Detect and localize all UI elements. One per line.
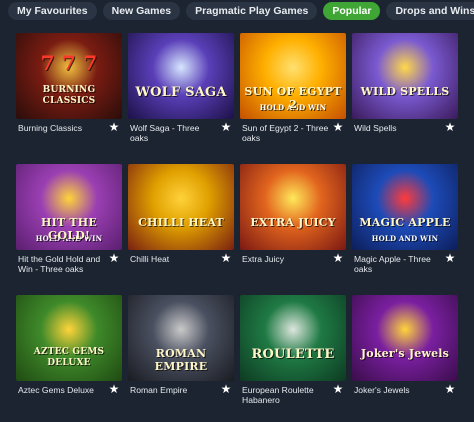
- game-logo-text: ROULETTE: [251, 347, 335, 362]
- game-card[interactable]: ROULETTE European Roulette Habanero ★: [240, 295, 346, 422]
- favourite-star-icon[interactable]: ★: [108, 121, 120, 133]
- favourite-star-icon[interactable]: ★: [332, 252, 344, 264]
- game-title[interactable]: Hit the Gold Hold and Win - Three oaks: [18, 254, 106, 274]
- game-logo-text: AZTEC GEMS DELUXE: [33, 347, 105, 368]
- game-card[interactable]: EXTRA JUICY Extra Juicy ★: [240, 164, 346, 295]
- game-card[interactable]: HOLD AND WIN SUN OF EGYPT 2 Sun of Egypt…: [240, 33, 346, 164]
- game-card[interactable]: 7 7 7 BURNING CLASSICS Burning Classics …: [16, 33, 122, 164]
- favourite-star-icon[interactable]: ★: [220, 383, 232, 395]
- game-thumbnail[interactable]: HOLD AND WIN SUN OF EGYPT 2: [240, 33, 346, 119]
- favourite-star-icon[interactable]: ★: [332, 383, 344, 395]
- game-card[interactable]: WOLF SAGA Wolf Saga - Three oaks ★: [128, 33, 234, 164]
- tab-drops-and-wins[interactable]: Drops and Wins: [386, 2, 474, 20]
- game-logo-text: BURNING CLASSICS: [42, 85, 96, 106]
- game-card[interactable]: CHILLI HEAT Chilli Heat ★: [128, 164, 234, 295]
- game-title[interactable]: Roman Empire: [130, 385, 218, 395]
- favourite-star-icon[interactable]: ★: [332, 121, 344, 133]
- game-thumbnail[interactable]: WOLF SAGA: [128, 33, 234, 119]
- favourite-star-icon[interactable]: ★: [444, 383, 456, 395]
- game-thumbnail[interactable]: ROMAN EMPIRE: [128, 295, 234, 381]
- game-logo-text: WILD SPELLS: [360, 85, 450, 98]
- favourite-star-icon[interactable]: ★: [108, 383, 120, 395]
- game-title[interactable]: Wild Spells: [354, 123, 442, 133]
- game-card[interactable]: Joker's Jewels Joker's Jewels ★: [352, 295, 458, 422]
- game-logo-text: EXTRA JUICY: [250, 216, 336, 229]
- game-card[interactable]: WILD SPELLS Wild Spells ★: [352, 33, 458, 164]
- favourite-star-icon[interactable]: ★: [220, 252, 232, 264]
- game-title[interactable]: Aztec Gems Deluxe: [18, 385, 106, 395]
- game-card[interactable]: AZTEC GEMS DELUXE Aztec Gems Deluxe ★: [16, 295, 122, 422]
- game-logo-text: MAGIC APPLE: [359, 216, 451, 229]
- game-card[interactable]: HOLD AND WIN HIT THE GOLD! Hit the Gold …: [16, 164, 122, 295]
- game-logo-text: WOLF SAGA: [135, 85, 227, 100]
- game-title[interactable]: European Roulette Habanero: [242, 385, 330, 405]
- game-thumbnail[interactable]: ROULETTE: [240, 295, 346, 381]
- game-thumbnail[interactable]: AZTEC GEMS DELUXE: [16, 295, 122, 381]
- favourite-star-icon[interactable]: ★: [220, 121, 232, 133]
- game-thumbnail[interactable]: WILD SPELLS: [352, 33, 458, 119]
- game-title[interactable]: Wolf Saga - Three oaks: [130, 123, 218, 143]
- game-thumbnail[interactable]: 7 7 7 BURNING CLASSICS: [16, 33, 122, 119]
- game-title[interactable]: Joker's Jewels: [354, 385, 442, 395]
- game-grid: 7 7 7 BURNING CLASSICS Burning Classics …: [16, 33, 458, 422]
- game-thumbnail[interactable]: HOLD AND WIN HIT THE GOLD!: [16, 164, 122, 250]
- game-title[interactable]: Burning Classics: [18, 123, 106, 133]
- tab-my-favourites[interactable]: My Favourites: [8, 2, 97, 20]
- game-logo-text: ROMAN EMPIRE: [154, 347, 208, 373]
- tab-new-games[interactable]: New Games: [102, 2, 181, 20]
- tab-pragmatic-play-games[interactable]: Pragmatic Play Games: [186, 2, 318, 20]
- game-title[interactable]: Extra Juicy: [242, 254, 330, 264]
- game-title[interactable]: Sun of Egypt 2 - Three oaks: [242, 123, 330, 143]
- game-card[interactable]: HOLD AND WIN MAGIC APPLE Magic Apple - T…: [352, 164, 458, 295]
- game-logo-text: CHILLI HEAT: [138, 216, 224, 229]
- game-thumbnail[interactable]: HOLD AND WIN MAGIC APPLE: [352, 164, 458, 250]
- game-logo-glyph: 7 7 7: [40, 51, 98, 75]
- favourite-star-icon[interactable]: ★: [108, 252, 120, 264]
- game-logo-text: SUN OF EGYPT 2: [244, 85, 342, 111]
- game-card[interactable]: ROMAN EMPIRE Roman Empire ★: [128, 295, 234, 422]
- game-title[interactable]: Magic Apple - Three oaks: [354, 254, 442, 274]
- tab-popular[interactable]: Popular: [323, 2, 381, 20]
- game-thumbnail[interactable]: CHILLI HEAT: [128, 164, 234, 250]
- game-logo-glyph: HOLD AND WIN: [371, 234, 439, 243]
- game-logo-text: HIT THE GOLD!: [41, 216, 97, 242]
- game-thumbnail[interactable]: EXTRA JUICY: [240, 164, 346, 250]
- category-tabs: My Favourites New Games Pragmatic Play G…: [8, 2, 474, 20]
- game-title[interactable]: Chilli Heat: [130, 254, 218, 264]
- game-logo-text: Joker's Jewels: [360, 347, 450, 360]
- favourite-star-icon[interactable]: ★: [444, 252, 456, 264]
- favourite-star-icon[interactable]: ★: [444, 121, 456, 133]
- game-thumbnail[interactable]: Joker's Jewels: [352, 295, 458, 381]
